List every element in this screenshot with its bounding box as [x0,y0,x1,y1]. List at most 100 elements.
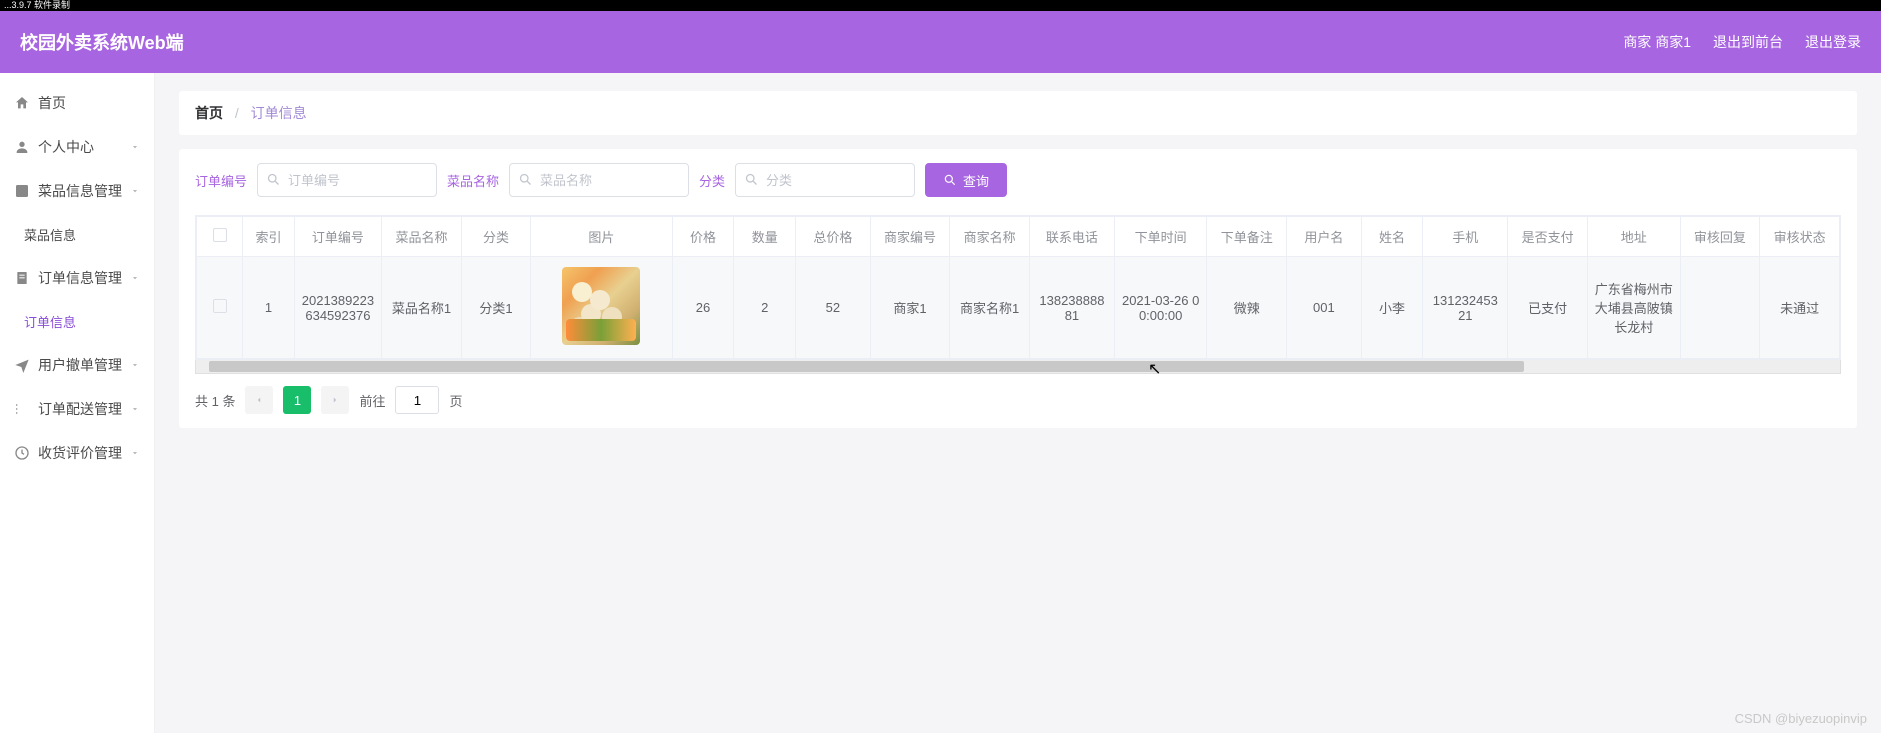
pager-total: 共 1 条 [195,391,235,410]
cell-reply [1680,257,1760,359]
sidebar-item-label: 个人中心 [38,137,94,157]
col-phone: 联系电话 [1030,217,1115,257]
chevron-down-icon [130,186,140,196]
breadcrumb-current: 订单信息 [251,105,307,121]
sidebar-sub-order-info[interactable]: 订单信息 [0,300,154,343]
sidebar-item-label: 订单信息管理 [38,268,122,288]
user-label[interactable]: 商家 商家1 [1623,32,1691,52]
col-merchant-no: 商家编号 [870,217,950,257]
col-mobile: 手机 [1423,217,1508,257]
cell-status: 未通过 [1760,257,1840,359]
cell-address: 广东省梅州市大埔县高陂镇长龙村 [1587,257,1680,359]
cell-phone: 13823888881 [1030,257,1115,359]
cell-merchant-name: 商家名称1 [950,257,1030,359]
cell-merchant-no: 商家1 [870,257,950,359]
list-icon [14,270,30,286]
send-icon [14,357,30,373]
label-order-no: 订单编号 [195,171,247,190]
search-icon [518,172,533,187]
sidebar-item-delivery-mgmt[interactable]: 订单配送管理 [0,387,154,431]
col-category: 分类 [461,217,530,257]
breadcrumb: 首页 / 订单信息 [179,91,1857,135]
pager-goto-suffix: 页 [449,391,462,410]
top-strip: ...3.9.7 软件录制 [0,0,1881,11]
chevron-down-icon [130,142,140,152]
sidebar-item-personal[interactable]: 个人中心 [0,125,154,169]
col-dish: 菜品名称 [382,217,462,257]
cell-image[interactable] [531,257,672,359]
pager-goto-input[interactable] [395,386,439,414]
pager-next-button[interactable] [321,386,349,414]
col-order-no: 订单编号 [294,217,381,257]
sidebar-item-label: 用户撤单管理 [38,355,122,375]
breadcrumb-home[interactable]: 首页 [195,105,223,121]
order-no-input[interactable] [257,163,437,197]
search-bar: 订单编号 菜品名称 分类 查询 [195,163,1841,197]
col-price: 价格 [672,217,734,257]
sidebar-item-label: 订单配送管理 [38,399,122,419]
search-icon [943,173,957,187]
header-actions: 商家 商家1 退出到前台 退出登录 [1623,32,1861,52]
dish-name-input[interactable] [509,163,689,197]
sidebar-item-home[interactable]: 首页 [0,81,154,125]
logout-link[interactable]: 退出登录 [1805,32,1861,52]
scrollbar-thumb[interactable] [209,361,1524,372]
sidebar-item-review-mgmt[interactable]: 收货评价管理 [0,431,154,475]
cell-category: 分类1 [461,257,530,359]
col-username: 用户名 [1287,217,1362,257]
sidebar-item-cancel-mgmt[interactable]: 用户撤单管理 [0,343,154,387]
pager-current[interactable]: 1 [283,386,311,414]
col-qty: 数量 [734,217,796,257]
home-icon [14,95,30,111]
horizontal-scrollbar[interactable] [195,360,1841,374]
label-category: 分类 [699,171,725,190]
col-image: 图片 [531,217,672,257]
col-index: 索引 [243,217,294,257]
app-title: 校园外卖系统Web端 [20,29,184,55]
sidebar-sub-dish-info[interactable]: 菜品信息 [0,213,154,256]
cell-order-no: 2021389223634592376 [294,257,381,359]
cell-remark: 微辣 [1207,257,1287,359]
col-merchant-name: 商家名称 [950,217,1030,257]
category-input[interactable] [735,163,915,197]
cell-time: 2021-03-26 00:00:00 [1114,257,1207,359]
cell-paid: 已支付 [1508,257,1588,359]
chevron-down-icon [130,360,140,370]
col-remark: 下单备注 [1207,217,1287,257]
col-address: 地址 [1587,217,1680,257]
app-header: 校园外卖系统Web端 商家 商家1 退出到前台 退出登录 [0,11,1881,73]
search-button-label: 查询 [963,171,989,190]
breadcrumb-sep: / [235,105,239,121]
content-panel: 订单编号 菜品名称 分类 查询 [179,149,1857,428]
chevron-right-icon [330,395,340,405]
sidebar-item-order-mgmt[interactable]: 订单信息管理 [0,256,154,300]
search-button[interactable]: 查询 [925,163,1007,197]
search-icon [266,172,281,187]
sidebar-item-dish-mgmt[interactable]: 菜品信息管理 [0,169,154,213]
chevron-down-icon [130,448,140,458]
table-row[interactable]: 1 2021389223634592376 菜品名称1 分类1 26 2 52 … [197,257,1840,359]
clock-icon [14,445,30,461]
sidebar-item-label: 首页 [38,93,66,113]
col-name: 姓名 [1361,217,1423,257]
cell-dish: 菜品名称1 [382,257,462,359]
cell-username: 001 [1287,257,1362,359]
dish-thumbnail[interactable] [562,267,640,345]
chevron-down-icon [130,404,140,414]
pager-prev-button[interactable] [245,386,273,414]
header-checkbox[interactable] [197,217,243,257]
sidebar-item-label: 收货评价管理 [38,443,122,463]
cell-index: 1 [243,257,294,359]
pagination: 共 1 条 1 前往 页 [195,386,1841,414]
chart-icon [14,183,30,199]
col-status: 审核状态 [1760,217,1840,257]
label-dish-name: 菜品名称 [447,171,499,190]
cell-qty: 2 [734,257,796,359]
chevron-left-icon [254,395,264,405]
settings-icon [14,401,30,417]
exit-front-link[interactable]: 退出到前台 [1713,32,1783,52]
col-reply: 审核回复 [1680,217,1760,257]
table-header-row: 索引 订单编号 菜品名称 分类 图片 价格 数量 总价格 商家编号 商家名称 联… [197,217,1840,257]
row-checkbox[interactable] [197,257,243,359]
pager-goto-label: 前往 [359,391,385,410]
